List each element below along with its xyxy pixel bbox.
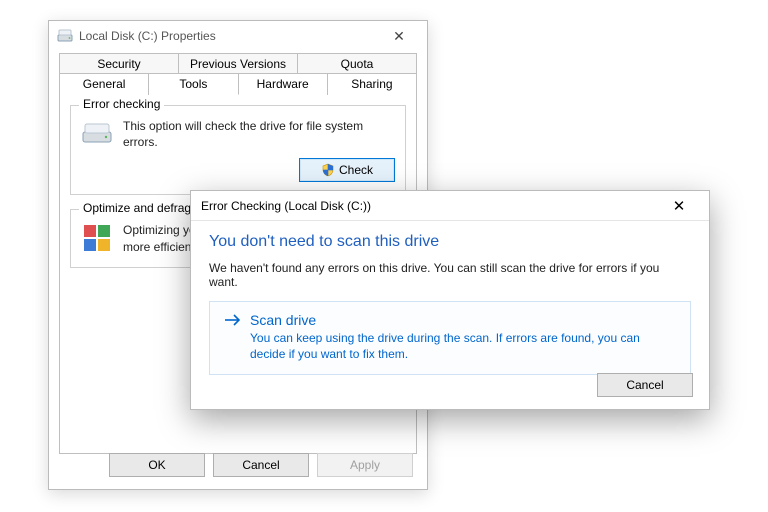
dialog-description: We haven't found any errors on this driv… [209,261,691,289]
dialog-titlebar[interactable]: Error Checking (Local Disk (C:)) ✕ [191,191,709,221]
tab-general[interactable]: General [59,73,149,95]
check-button-label: Check [339,163,373,177]
error-checking-legend: Error checking [79,97,164,111]
ok-button[interactable]: OK [109,453,205,477]
tab-security[interactable]: Security [59,53,179,74]
arrow-right-icon [224,313,242,327]
dialog-title: Error Checking (Local Disk (C:)) [201,199,371,213]
tab-tools[interactable]: Tools [149,73,238,95]
drive-icon [57,28,73,44]
dialog-cancel-button[interactable]: Cancel [597,373,693,397]
defrag-icon [81,222,113,254]
error-checking-dialog: Error Checking (Local Disk (C:)) ✕ You d… [190,190,710,410]
dialog-close-button[interactable]: ✕ [659,197,699,215]
error-checking-group: Error checking This option will check th… [70,105,406,195]
tab-previous-versions[interactable]: Previous Versions [179,53,298,74]
check-button[interactable]: Check [299,158,395,182]
tab-sharing[interactable]: Sharing [328,73,417,95]
tab-hardware[interactable]: Hardware [239,73,328,95]
properties-close-button[interactable]: ✕ [379,28,419,45]
drive-large-icon [81,118,113,150]
error-checking-text: This option will check the drive for fil… [123,118,395,150]
apply-button[interactable]: Apply [317,453,413,477]
tab-quota[interactable]: Quota [298,53,417,74]
cancel-button[interactable]: Cancel [213,453,309,477]
properties-title: Local Disk (C:) Properties [79,29,216,43]
scan-drive-subtext: You can keep using the drive during the … [250,330,676,362]
properties-bottom-buttons: OK Cancel Apply [109,453,413,477]
properties-titlebar[interactable]: Local Disk (C:) Properties ✕ [49,21,427,51]
uac-shield-icon [321,163,335,177]
dialog-heading: You don't need to scan this drive [209,233,691,251]
scan-drive-action[interactable]: Scan drive You can keep using the drive … [209,301,691,375]
scan-drive-label: Scan drive [250,312,316,328]
properties-tabs: Security Previous Versions Quota General… [59,53,417,95]
